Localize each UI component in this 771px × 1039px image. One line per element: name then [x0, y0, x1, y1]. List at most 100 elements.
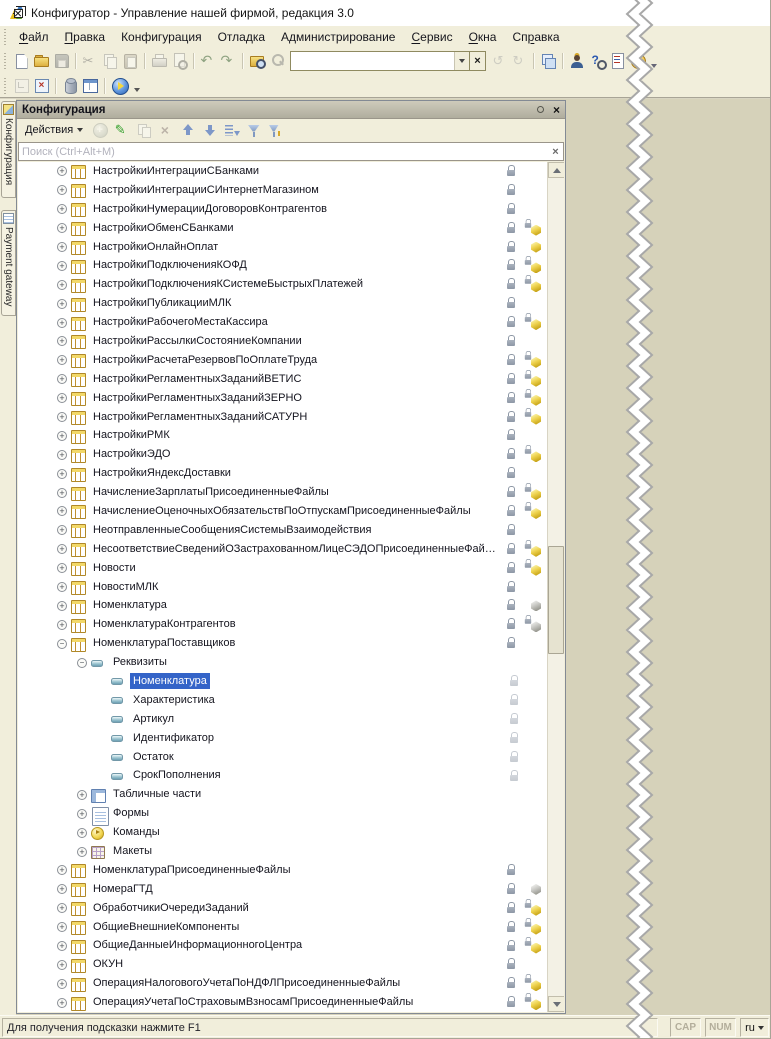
tree-item[interactable]: НоменклатураПрисоединенныеФайлы — [18, 861, 547, 880]
update-db-config-icon[interactable] — [62, 76, 79, 96]
move-up-icon[interactable] — [179, 121, 198, 140]
toolbar-grip[interactable] — [2, 78, 8, 94]
expand-toggle-icon[interactable] — [76, 808, 88, 820]
tree-item[interactable]: НастройкиОбменСБанками — [18, 219, 547, 238]
expand-toggle-icon[interactable] — [56, 581, 68, 593]
tree-item[interactable]: Макеты — [18, 842, 547, 861]
actions-menu-button[interactable]: Действия — [21, 123, 89, 137]
undo-icon[interactable] — [200, 51, 217, 71]
nav-back-icon[interactable] — [491, 51, 508, 71]
expand-toggle-icon[interactable] — [76, 846, 88, 858]
side-tab[interactable]: Конфигурация — [1, 101, 16, 198]
expand-toggle-icon[interactable] — [56, 373, 68, 385]
tree-item[interactable]: Идентификатор — [18, 729, 547, 748]
print-icon[interactable] — [151, 51, 168, 71]
copy-icon[interactable] — [102, 51, 119, 71]
expand-toggle-icon[interactable] — [56, 638, 68, 650]
language-indicator[interactable]: ru — [740, 1018, 769, 1037]
expand-toggle-icon[interactable] — [56, 430, 68, 442]
tree-item[interactable]: Характеристика — [18, 691, 547, 710]
print-preview-icon[interactable] — [171, 51, 188, 71]
expand-toggle-icon[interactable] — [56, 449, 68, 461]
scroll-down-icon[interactable] — [548, 996, 564, 1012]
open-folder-icon[interactable] — [33, 51, 50, 71]
tree-item[interactable]: Табличные части — [18, 785, 547, 804]
info-icon[interactable] — [629, 51, 646, 71]
expand-toggle-icon[interactable] — [56, 203, 68, 215]
expand-toggle-icon[interactable] — [56, 902, 68, 914]
sort-icon[interactable] — [223, 121, 242, 140]
expand-toggle-icon[interactable] — [56, 354, 68, 366]
tree-item[interactable]: НачислениеОценочныхОбязательствПоОтпуска… — [18, 502, 547, 521]
edit-icon[interactable] — [113, 121, 132, 140]
menu-item[interactable]: Правка — [57, 28, 114, 46]
tree-item[interactable]: НастройкиРабочегоМестаКассира — [18, 313, 547, 332]
tree-item[interactable]: НастройкиРегламентныхЗаданийСАТУРН — [18, 408, 547, 427]
tree-item[interactable]: НастройкиЭДО — [18, 445, 547, 464]
expand-toggle-icon[interactable] — [56, 978, 68, 990]
tree-item[interactable]: ОперацияУчетаПоСтраховымВзносамПрисоедин… — [18, 993, 547, 1012]
expand-toggle-icon[interactable] — [56, 562, 68, 574]
config-table-icon[interactable] — [82, 76, 99, 96]
menu-item[interactable]: Администрирование — [273, 28, 403, 46]
expand-toggle-icon[interactable] — [56, 619, 68, 631]
redo-icon[interactable] — [220, 51, 237, 71]
tree-item[interactable]: НастройкиПодключенияКСистемеБыстрыхПлате… — [18, 275, 547, 294]
save-icon[interactable] — [53, 51, 70, 71]
chevron-down-icon[interactable] — [454, 52, 469, 70]
combobox-clear-icon[interactable] — [469, 52, 485, 70]
expand-toggle-icon[interactable] — [56, 487, 68, 499]
tree-item[interactable]: НоменклатураПоставщиков — [18, 634, 547, 653]
expand-toggle-icon[interactable] — [56, 940, 68, 952]
tree-item[interactable]: НеотправленныеСообщенияСистемыВзаимодейс… — [18, 521, 547, 540]
move-down-icon[interactable] — [201, 121, 220, 140]
tree-item[interactable]: СрокПополнения — [18, 767, 547, 786]
panel-close-icon[interactable] — [553, 104, 560, 116]
tree-item[interactable]: НастройкиРМК — [18, 426, 547, 445]
expand-toggle-icon[interactable] — [56, 317, 68, 329]
syntax-check-icon[interactable] — [609, 51, 626, 71]
debug-dropdown-icon[interactable] — [132, 76, 142, 96]
expand-toggle-icon[interactable] — [56, 505, 68, 517]
config-structure-icon[interactable] — [13, 76, 30, 96]
tree-item[interactable]: НастройкиИнтеграцииСБанками — [18, 162, 547, 181]
copy-window-icon[interactable] — [540, 51, 557, 71]
expand-toggle-icon[interactable] — [56, 335, 68, 347]
expand-toggle-icon[interactable] — [56, 543, 68, 555]
expand-toggle-icon[interactable] — [56, 864, 68, 876]
tree-item[interactable]: ОбщиеВнешниеКомпоненты — [18, 918, 547, 937]
toolbar-grip[interactable] — [2, 29, 8, 45]
tree-item[interactable]: Формы — [18, 804, 547, 823]
tree-item[interactable]: НастройкиРассылкиСостояниеКомпании — [18, 332, 547, 351]
expand-toggle-icon[interactable] — [56, 600, 68, 612]
expand-toggle-icon[interactable] — [56, 468, 68, 480]
tree-item[interactable]: Новости — [18, 559, 547, 578]
tree-item[interactable]: Реквизиты — [18, 653, 547, 672]
tree-item[interactable]: НастройкиПодключенияКОФД — [18, 256, 547, 275]
vertical-scrollbar[interactable] — [547, 162, 564, 1012]
expand-toggle-icon[interactable] — [56, 222, 68, 234]
expand-toggle-icon[interactable] — [56, 392, 68, 404]
tree-search-input[interactable] — [19, 146, 548, 158]
tree-item[interactable]: ОперацияНалоговогоУчетаПоНДФЛПрисоединен… — [18, 974, 547, 993]
delete-icon[interactable] — [157, 121, 176, 140]
close-button[interactable] — [0, 0, 36, 26]
filter-settings-icon[interactable] — [267, 121, 286, 140]
add-icon[interactable] — [91, 121, 110, 140]
menu-item[interactable]: Отладка — [210, 28, 273, 46]
tree-item[interactable]: НастройкиПубликацииМЛК — [18, 294, 547, 313]
tree-item[interactable]: ОбщиеДанныеИнформационногоЦентра — [18, 937, 547, 956]
help-search-icon[interactable] — [589, 51, 606, 71]
expand-toggle-icon[interactable] — [56, 279, 68, 291]
tree-item[interactable]: НачислениеЗарплатыПрисоединенныеФайлы — [18, 483, 547, 502]
tree-item[interactable]: Номенклатура — [18, 672, 547, 691]
expand-toggle-icon[interactable] — [56, 997, 68, 1009]
scrollbar-thumb[interactable] — [548, 546, 564, 654]
tree-item[interactable]: Остаток — [18, 748, 547, 767]
clone-icon[interactable] — [135, 121, 154, 140]
expand-toggle-icon[interactable] — [56, 184, 68, 196]
expand-toggle-icon[interactable] — [56, 165, 68, 177]
search-combobox[interactable] — [290, 51, 486, 71]
tree-item[interactable]: НастройкиРасчетаРезервовПоОплатеТруда — [18, 351, 547, 370]
tree-item[interactable]: НесоответствиеСведенийОЗастрахованномЛиц… — [18, 540, 547, 559]
